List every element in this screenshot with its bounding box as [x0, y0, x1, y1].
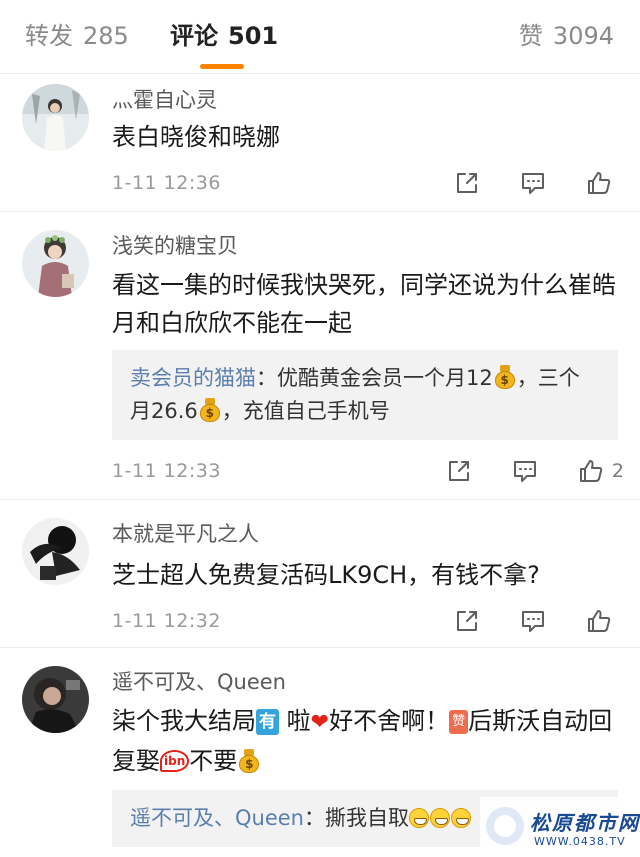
timestamp: 1-11 12:32: [112, 610, 221, 632]
share-icon: [457, 611, 477, 631]
avatar[interactable]: [22, 666, 89, 733]
reply-preview[interactable]: 卖会员的猫猫：优酷黄金会员一个月12 $ ，三个月26.6 $ ，充值自己手机号: [112, 350, 618, 440]
comment-tabs-bar: 转发 285 评论 501 赞 3094: [0, 0, 640, 74]
share-button[interactable]: [442, 454, 476, 488]
money-bag-emoji: $: [494, 365, 516, 389]
comment-button[interactable]: [516, 604, 550, 638]
share-button[interactable]: [450, 604, 484, 638]
comment-item: 灬霍自心灵 表白晓俊和晓娜 1-11 12:36: [0, 74, 640, 212]
comment-icon: [522, 173, 544, 194]
comment-text: 芝士超人免费复活码LK9CH，有钱不拿?: [112, 561, 540, 589]
comment-text: 看这一集的时候我快哭死，同学还说为什么崔皓月和白欣欣不能在一起: [112, 271, 616, 337]
tab-comments[interactable]: 评论 501: [170, 20, 278, 52]
comment-item: 本就是平凡之人 芝士超人免费复活码LK9CH，有钱不拿? 1-11 12:32: [0, 500, 640, 648]
reply-text: ，充值自己手机号: [221, 399, 390, 423]
site-watermark: 松原都市网 WWW.0438.TV: [480, 797, 640, 857]
like-button[interactable]: [582, 604, 616, 638]
share-button[interactable]: [450, 166, 484, 200]
active-tab-indicator: [200, 64, 244, 69]
you-emoji: 有: [256, 709, 279, 735]
tab-count: 285: [83, 22, 129, 50]
comment-item: 浅笑的糖宝贝 看这一集的时候我快哭死，同学还说为什么崔皓月和白欣欣不能在一起 卖…: [0, 212, 640, 500]
comment-actions: [450, 166, 616, 200]
tab-reposts[interactable]: 转发 285: [25, 20, 129, 52]
username[interactable]: 浅笑的糖宝贝: [112, 232, 238, 260]
tab-count: 3094: [552, 22, 614, 50]
thumbs-up-icon: [588, 172, 611, 194]
comment-text: 柒个我大结局有 啦❤好不舍啊！赞后斯沃自动回复娶 ibn 不要 $: [112, 702, 622, 780]
share-icon: [457, 173, 477, 193]
like-button[interactable]: [574, 454, 608, 488]
thumbs-up-icon: [588, 610, 611, 632]
username[interactable]: 灬霍自心灵: [112, 86, 217, 114]
like-button[interactable]: [582, 166, 616, 200]
tab-label: 赞: [518, 22, 543, 50]
grin-emoji: [409, 808, 429, 828]
comment-icon: [513, 461, 536, 482]
watermark-logo-icon: [486, 807, 524, 845]
timestamp: 1-11 12:33: [112, 460, 221, 482]
tab-label: 评论: [170, 22, 218, 50]
comment-text-segment: 柒个我大结局: [112, 707, 256, 735]
hu-emoji: ibn: [160, 750, 190, 772]
grin-emoji: [451, 808, 471, 828]
tab-label: 转发: [25, 22, 73, 50]
avatar[interactable]: [22, 230, 89, 297]
avatar[interactable]: [22, 84, 89, 151]
timestamp: 1-11 12:36: [112, 172, 221, 194]
comment-actions: 2: [442, 454, 624, 488]
username[interactable]: 本就是平凡之人: [112, 520, 259, 548]
comment-text: 表白晓俊和晓娜: [112, 123, 280, 151]
comment-text-segment: 好不舍啊！: [329, 707, 450, 735]
tab-likes[interactable]: 赞 3094: [519, 20, 614, 52]
comment-button[interactable]: [508, 454, 542, 488]
thumbs-up-icon: [579, 460, 603, 482]
watermark-url: WWW.0438.TV: [534, 835, 626, 848]
comment-button[interactable]: [516, 166, 550, 200]
avatar[interactable]: [22, 518, 89, 585]
zan-emoji: 赞: [449, 710, 469, 734]
reply-text: ：撕我自取: [304, 806, 409, 830]
comment-icon: [522, 611, 544, 632]
reply-text: ：优酷黄金会员一个月12: [256, 366, 493, 390]
grin-emoji: [430, 808, 450, 828]
comment-actions: [450, 604, 616, 638]
reply-username[interactable]: 卖会员的猫猫: [130, 366, 256, 390]
money-bag-emoji: $: [199, 398, 221, 422]
share-icon: [448, 461, 469, 481]
watermark-title: 松原都市网: [530, 811, 640, 835]
comment-text-segment: 不要: [189, 747, 238, 775]
like-count: 2: [611, 460, 624, 482]
comment-text-segment: 啦: [279, 707, 311, 735]
tab-count: 501: [228, 22, 279, 50]
username[interactable]: 遥不可及、Queen: [112, 668, 286, 696]
reply-username[interactable]: 遥不可及、Queen: [130, 806, 304, 830]
money-bag-emoji: $: [238, 749, 260, 773]
heart-icon: ❤: [310, 710, 330, 735]
